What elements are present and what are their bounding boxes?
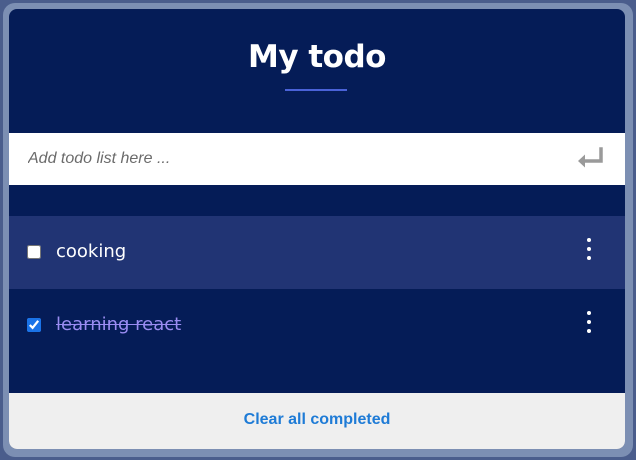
todo-checkbox[interactable] [27,245,41,259]
title-underline [285,89,347,91]
more-options-button[interactable] [581,238,597,264]
todo-label: learning react [56,314,182,335]
new-todo-input[interactable] [9,133,549,185]
footer: Clear all completed [9,393,625,449]
vertical-dots-icon [587,238,591,242]
vertical-dots-icon [587,311,591,315]
vertical-dots-icon [587,329,591,333]
vertical-dots-icon [587,320,591,324]
page-title: My todo [248,39,386,75]
clear-completed-button[interactable]: Clear all completed [9,411,625,429]
todo-item: cooking [9,216,625,289]
more-options-button[interactable] [581,311,597,337]
todo-item: learning react [9,289,625,362]
todo-label: cooking [56,241,127,262]
enter-return-icon[interactable] [575,145,605,173]
todo-list: cooking learning react [9,216,625,362]
new-todo-row [9,133,625,185]
todo-checkbox[interactable] [27,318,41,332]
vertical-dots-icon [587,256,591,260]
todo-card: My todo cooking learning react [9,9,625,449]
vertical-dots-icon [587,247,591,251]
